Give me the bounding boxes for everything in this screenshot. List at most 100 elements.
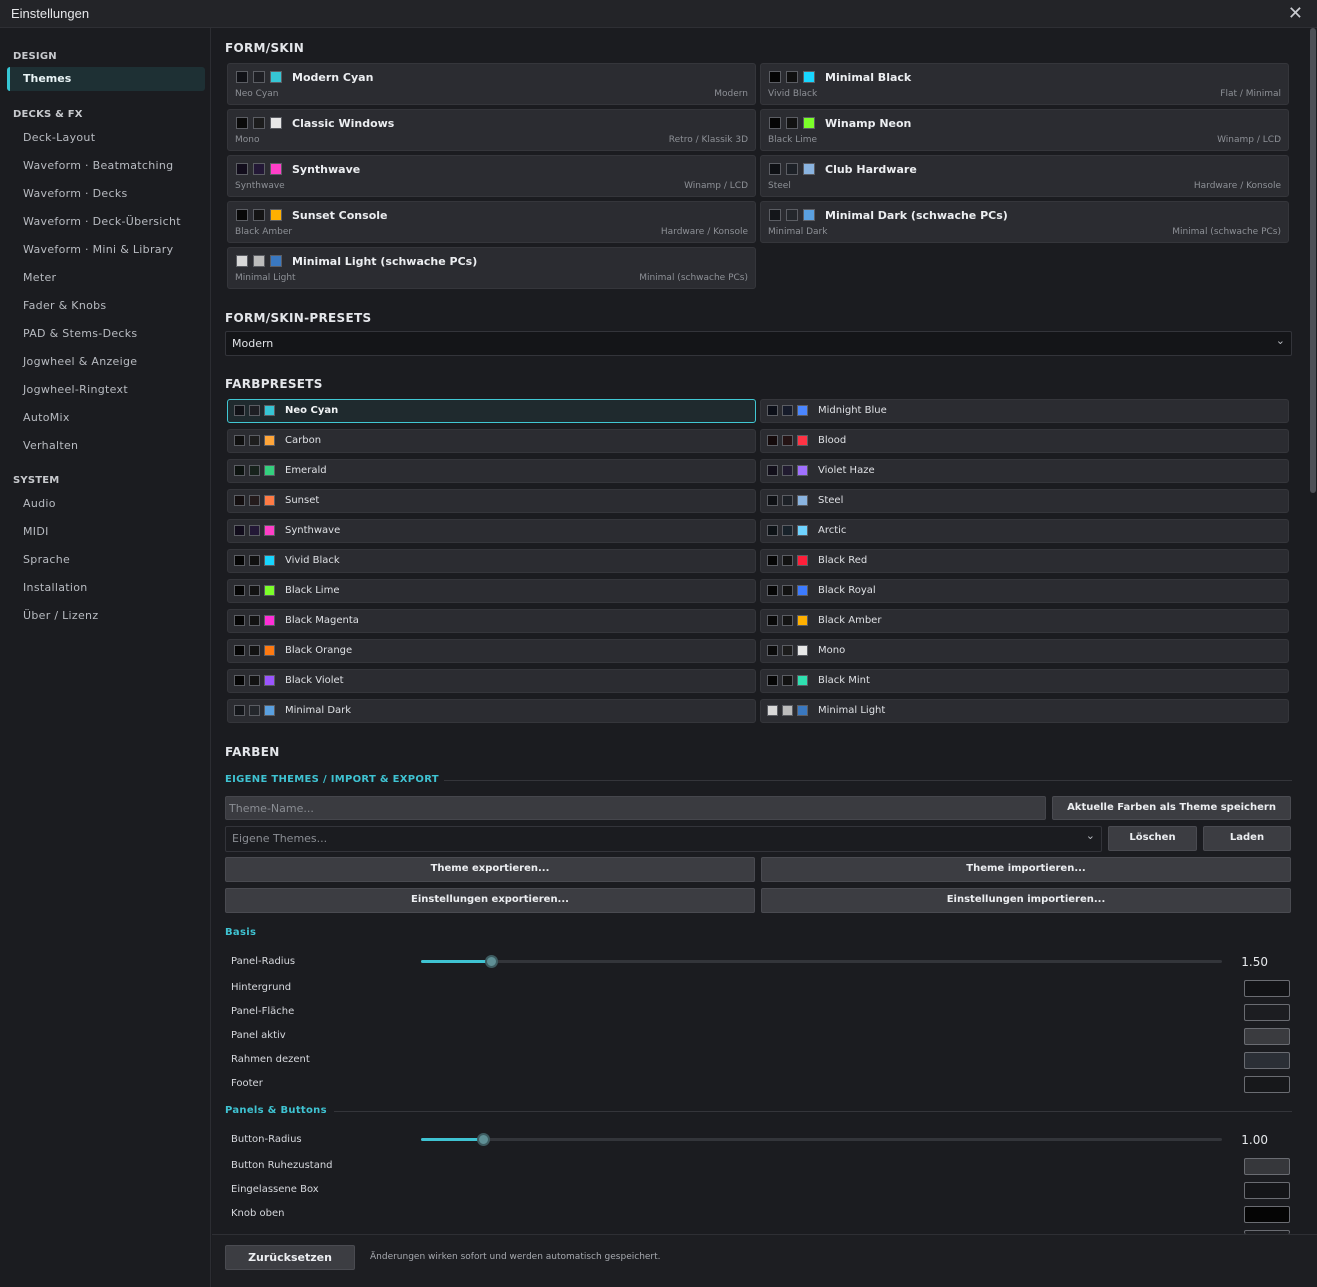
color-preset-blood[interactable]: Blood (760, 429, 1289, 453)
color-preset-black-amber[interactable]: Black Amber (760, 609, 1289, 633)
window-title: Einstellungen (11, 6, 90, 21)
theme-name-field[interactable] (226, 797, 1045, 819)
sidebar-item-waveform-decks[interactable]: Waveform · Decks (23, 187, 128, 200)
skin-preset-select[interactable]: Modern ⌄ (225, 331, 1292, 356)
skin-card-minimal-light-schwache-pcs[interactable]: Minimal Light (schwache PCs) Minimal Ligh… (227, 247, 756, 289)
save-theme-button[interactable]: Aktuelle Farben als Theme speichern (1052, 796, 1291, 820)
sidebar-item-language[interactable]: Sprache (23, 553, 70, 566)
color-swatch (270, 163, 282, 175)
skin-card-sunset-console[interactable]: Sunset Console Black Amber Hardware / Kons… (227, 201, 756, 243)
color-preset-vivid-black[interactable]: Vivid Black (227, 549, 756, 573)
color-preset-minimal-dark[interactable]: Minimal Dark (227, 699, 756, 723)
sidebar-item-jogwheel-display[interactable]: Jogwheel & Anzeige (23, 355, 137, 368)
preset-name: Black Royal (818, 585, 876, 596)
close-icon[interactable]: ✕ (1288, 3, 1303, 24)
sidebar-item-deck-layout[interactable]: Deck-Layout (23, 131, 95, 144)
color-label-border-subtle: Rahmen dezent (231, 1054, 310, 1065)
skin-card-modern-cyan[interactable]: Modern Cyan Neo Cyan Modern (227, 63, 756, 105)
color-swatch (270, 71, 282, 83)
skin-presets-heading: FORM/SKIN-PRESETS (225, 311, 372, 325)
color-swatch (767, 405, 778, 416)
own-themes-select[interactable]: Eigene Themes... ⌄ (225, 826, 1102, 852)
scrollbar[interactable] (1309, 28, 1317, 1234)
preset-name: Steel (818, 495, 844, 506)
skin-card-classic-windows[interactable]: Classic Windows Mono Retro / Klassik 3D (227, 109, 756, 151)
skin-sub: Steel (768, 181, 791, 191)
color-swatch-inset-box[interactable] (1244, 1182, 1290, 1199)
color-swatch (249, 555, 260, 566)
slider-fill (421, 1138, 483, 1141)
color-swatch-border-subtle[interactable] (1244, 1052, 1290, 1069)
color-swatch (803, 117, 815, 129)
color-preset-black-red[interactable]: Black Red (760, 549, 1289, 573)
color-preset-sunset[interactable]: Sunset (227, 489, 756, 513)
color-preset-steel[interactable]: Steel (760, 489, 1289, 513)
color-preset-black-violet[interactable]: Black Violet (227, 669, 756, 693)
color-swatch-footer[interactable] (1244, 1076, 1290, 1093)
color-swatch (234, 495, 245, 506)
skin-card-winamp-neon[interactable]: Winamp Neon Black Lime Winamp / LCD (760, 109, 1289, 151)
color-preset-emerald[interactable]: Emerald (227, 459, 756, 483)
color-preset-black-orange[interactable]: Black Orange (227, 639, 756, 663)
color-swatch (234, 525, 245, 536)
skin-name: Classic Windows (292, 117, 395, 130)
panel-radius-slider[interactable] (421, 955, 1222, 968)
own-themes-placeholder: Eigene Themes... (232, 832, 328, 845)
skin-tag: Modern (714, 89, 748, 99)
color-preset-synthwave[interactable]: Synthwave (227, 519, 756, 543)
color-swatch (803, 163, 815, 175)
sidebar-item-pad-stems[interactable]: PAD & Stems-Decks (23, 327, 137, 340)
sidebar-item-meter[interactable]: Meter (23, 271, 56, 284)
sidebar-item-behavior[interactable]: Verhalten (23, 439, 78, 452)
color-preset-black-lime[interactable]: Black Lime (227, 579, 756, 603)
theme-name-input[interactable] (225, 796, 1046, 820)
sidebar-item-about-license[interactable]: Über / Lizenz (23, 609, 98, 622)
color-swatch (782, 495, 793, 506)
color-preset-midnight-blue[interactable]: Midnight Blue (760, 399, 1289, 423)
color-preset-neo-cyan[interactable]: Neo Cyan (227, 399, 756, 423)
sidebar-item-themes[interactable]: Themes (7, 67, 205, 91)
sidebar-item-automix[interactable]: AutoMix (23, 411, 70, 424)
sidebar-item-waveform-beatmatching[interactable]: Waveform · Beatmatching (23, 159, 173, 172)
scrollbar-thumb[interactable] (1310, 28, 1316, 493)
color-swatch-panel-active[interactable] (1244, 1028, 1290, 1045)
sidebar-item-jogwheel-ringtext[interactable]: Jogwheel-Ringtext (23, 383, 128, 396)
skin-card-minimal-black[interactable]: Minimal Black Vivid Black Flat / Minimal (760, 63, 1289, 105)
preset-name: Black Magenta (285, 615, 359, 626)
import-theme-button[interactable]: Theme importieren... (761, 857, 1291, 882)
load-theme-button[interactable]: Laden (1203, 826, 1291, 851)
color-swatch-background[interactable] (1244, 980, 1290, 997)
color-swatch-panel-surface[interactable] (1244, 1004, 1290, 1021)
color-preset-black-mint[interactable]: Black Mint (760, 669, 1289, 693)
color-swatch (253, 209, 265, 221)
color-swatch-knob-top[interactable] (1244, 1206, 1290, 1223)
color-preset-minimal-light[interactable]: Minimal Light (760, 699, 1289, 723)
color-swatch-button-idle[interactable] (1244, 1158, 1290, 1175)
sidebar-item-fader-knobs[interactable]: Fader & Knobs (23, 299, 106, 312)
color-swatch (253, 71, 265, 83)
color-preset-carbon[interactable]: Carbon (227, 429, 756, 453)
sidebar-item-midi[interactable]: MIDI (23, 525, 49, 538)
slider-handle[interactable] (484, 955, 498, 968)
sidebar-item-audio[interactable]: Audio (23, 497, 56, 510)
color-preset-black-royal[interactable]: Black Royal (760, 579, 1289, 603)
export-theme-button[interactable]: Theme exportieren... (225, 857, 755, 882)
import-settings-button[interactable]: Einstellungen importieren... (761, 888, 1291, 913)
slider-handle[interactable] (476, 1133, 490, 1146)
export-settings-button[interactable]: Einstellungen exportieren... (225, 888, 755, 913)
color-preset-black-magenta[interactable]: Black Magenta (227, 609, 756, 633)
skin-card-synthwave[interactable]: Synthwave Synthwave Winamp / LCD (227, 155, 756, 197)
color-swatch (797, 495, 808, 506)
sidebar-item-waveform-deck-overview[interactable]: Waveform · Deck-Übersicht (23, 215, 181, 228)
delete-theme-button[interactable]: Löschen (1108, 826, 1197, 851)
skin-card-minimal-dark-schwache-pcs[interactable]: Minimal Dark (schwache PCs) Minimal Dark M… (760, 201, 1289, 243)
color-preset-mono[interactable]: Mono (760, 639, 1289, 663)
sidebar-item-waveform-mini-library[interactable]: Waveform · Mini & Library (23, 243, 173, 256)
skin-card-club-hardware[interactable]: Club Hardware Steel Hardware / Konsole (760, 155, 1289, 197)
color-preset-arctic[interactable]: Arctic (760, 519, 1289, 543)
color-preset-violet-haze[interactable]: Violet Haze (760, 459, 1289, 483)
sidebar-item-installation[interactable]: Installation (23, 581, 88, 594)
button-radius-slider[interactable] (421, 1133, 1222, 1146)
color-swatch (264, 495, 275, 506)
reset-button[interactable]: Zurücksetzen (225, 1245, 355, 1270)
